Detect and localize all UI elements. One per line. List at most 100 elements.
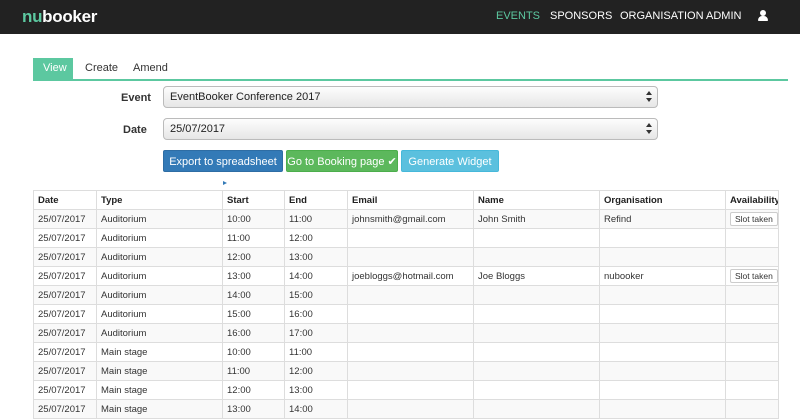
- cell-date: 25/07/2017: [33, 323, 97, 343]
- cell-organisation: [599, 399, 726, 419]
- cell-start: 12:00: [222, 247, 285, 267]
- cell-type: Auditorium: [96, 323, 223, 343]
- slot-taken-button[interactable]: Slot taken: [730, 212, 778, 226]
- cell-end: 14:00: [284, 399, 348, 419]
- tab-create[interactable]: Create: [75, 58, 128, 79]
- cell-date: 25/07/2017: [33, 209, 97, 229]
- event-select[interactable]: EventBooker Conference 2017: [163, 86, 658, 108]
- cell-type: Main stage: [96, 342, 223, 362]
- cell-end: 16:00: [284, 304, 348, 324]
- cell-type: Auditorium: [96, 209, 223, 229]
- cell-end: 12:00: [284, 361, 348, 381]
- cell-availability: [725, 247, 779, 267]
- user-icon-body: [758, 16, 768, 21]
- col-header-end: End: [284, 190, 348, 210]
- cell-name: [473, 380, 600, 400]
- slots-table: Date Type Start End Email Name Organisat…: [33, 190, 779, 419]
- event-label: Event: [121, 92, 151, 104]
- cell-date: 25/07/2017: [33, 399, 97, 419]
- cell-name: [473, 323, 600, 343]
- cell-type: Main stage: [96, 399, 223, 419]
- cell-availability: [725, 380, 779, 400]
- cell-organisation: nubooker: [599, 266, 726, 286]
- cell-availability: Slot taken: [725, 266, 779, 286]
- cell-email: [347, 380, 474, 400]
- tab-amend[interactable]: Amend: [123, 58, 178, 79]
- user-icon[interactable]: [758, 10, 768, 22]
- cell-end: 13:00: [284, 247, 348, 267]
- table-body: 25/07/2017 Auditorium 10:00 11:00 johnsmith@…: [33, 209, 779, 419]
- checkmark-icon: ✔: [387, 156, 397, 168]
- brand-part-nu: nu: [22, 7, 43, 26]
- cell-availability: Slot taken: [725, 209, 779, 229]
- cell-name: [473, 285, 600, 305]
- nav-events[interactable]: EVENTS: [496, 10, 540, 22]
- cell-date: 25/07/2017: [33, 285, 97, 305]
- select-arrows-icon: [646, 91, 652, 103]
- cell-organisation: [599, 228, 726, 248]
- cell-name: [473, 247, 600, 267]
- col-header-type: Type: [96, 190, 223, 210]
- date-label: Date: [123, 124, 147, 136]
- cell-email: [347, 228, 474, 248]
- nav-organisation[interactable]: ORGANISATION: [620, 10, 704, 22]
- cell-date: 25/07/2017: [33, 228, 97, 248]
- col-header-organisation: Organisation: [599, 190, 726, 210]
- slot-taken-button[interactable]: Slot taken: [730, 269, 778, 283]
- cell-end: 12:00: [284, 228, 348, 248]
- cell-name: [473, 342, 600, 362]
- cell-organisation: Refind: [599, 209, 726, 229]
- cell-end: 15:00: [284, 285, 348, 305]
- cell-availability: [725, 399, 779, 419]
- cell-email: [347, 285, 474, 305]
- cell-email: [347, 304, 474, 324]
- cell-organisation: [599, 361, 726, 381]
- table-row: 25/07/2017 Main stage 13:00 14:00: [33, 399, 779, 419]
- cell-type: Main stage: [96, 361, 223, 381]
- cell-end: 11:00: [284, 342, 348, 362]
- export-button-label: Export to spreadsheet: [169, 156, 277, 168]
- generate-widget-button[interactable]: Generate Widget☁: [401, 150, 499, 190]
- tab-view[interactable]: View: [33, 58, 73, 79]
- go-to-booking-button[interactable]: Go to Booking page ✔: [286, 150, 398, 172]
- widget-button-label: Generate Widget: [408, 156, 492, 168]
- cell-email: joebloggs@hotmail.com: [347, 266, 474, 286]
- cell-organisation: [599, 323, 726, 343]
- arrow-circle-right-icon: [220, 179, 229, 188]
- brand-logo[interactable]: nubooker: [22, 7, 97, 27]
- cell-end: 13:00: [284, 380, 348, 400]
- date-select[interactable]: 25/07/2017: [163, 118, 658, 140]
- nav-admin[interactable]: ADMIN: [706, 10, 741, 22]
- nav-sponsors[interactable]: SPONSORS: [550, 10, 612, 22]
- cell-end: 11:00: [284, 209, 348, 229]
- cell-type: Auditorium: [96, 228, 223, 248]
- cell-organisation: [599, 380, 726, 400]
- cell-name: [473, 228, 600, 248]
- cell-availability: [725, 285, 779, 305]
- cell-date: 25/07/2017: [33, 342, 97, 362]
- table-row: 25/07/2017 Auditorium 14:00 15:00: [33, 285, 779, 305]
- table-row: 25/07/2017 Auditorium 12:00 13:00: [33, 247, 779, 267]
- cell-email: [347, 247, 474, 267]
- cell-email: johnsmith@gmail.com: [347, 209, 474, 229]
- cell-start: 11:00: [222, 228, 285, 248]
- cell-name: [473, 361, 600, 381]
- cell-name: [473, 304, 600, 324]
- booking-button-label: Go to Booking page: [287, 156, 385, 168]
- cell-start: 12:00: [222, 380, 285, 400]
- table-row: 25/07/2017 Main stage 11:00 12:00: [33, 361, 779, 381]
- cell-type: Auditorium: [96, 285, 223, 305]
- cell-date: 25/07/2017: [33, 361, 97, 381]
- cell-availability: [725, 342, 779, 362]
- table-row: 25/07/2017 Auditorium 13:00 14:00 joebloggs@…: [33, 266, 779, 286]
- export-spreadsheet-button[interactable]: Export to spreadsheet: [163, 150, 283, 188]
- col-header-availability: Availability: [725, 190, 779, 210]
- brand-part-booker: booker: [42, 7, 98, 26]
- cell-start: 13:00: [222, 399, 285, 419]
- cell-availability: [725, 228, 779, 248]
- cell-start: 13:00: [222, 266, 285, 286]
- cell-end: 14:00: [284, 266, 348, 286]
- cell-date: 25/07/2017: [33, 304, 97, 324]
- view-tabs: View Create Amend: [33, 58, 788, 81]
- cell-organisation: [599, 304, 726, 324]
